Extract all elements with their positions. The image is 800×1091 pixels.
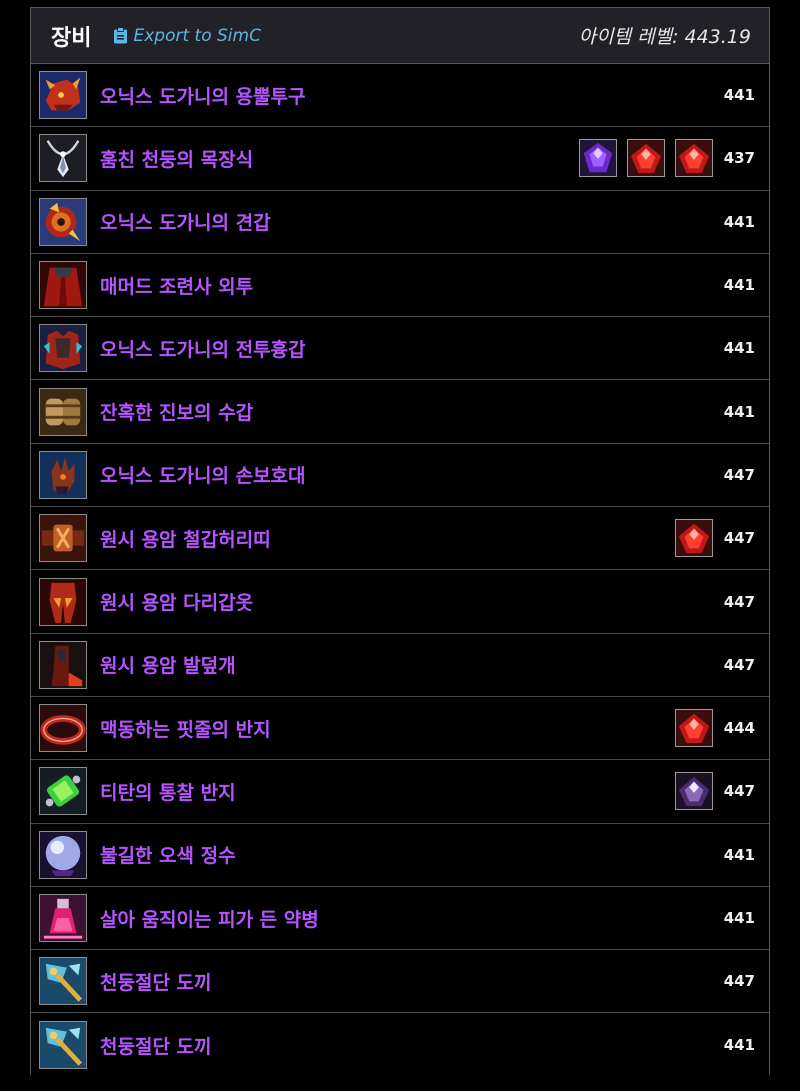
- item-level: 447: [723, 529, 755, 548]
- equipment-panel: 장비 Export to SimC 아이템 레벨: 443.19 오닉스 도가니…: [30, 7, 770, 1077]
- light-purple-gem-icon[interactable]: [675, 772, 713, 811]
- item-row[interactable]: 오닉스 도가니의 용뿔투구 441: [31, 64, 769, 128]
- item-level: 441: [723, 1036, 755, 1055]
- export-label: Export to SimC: [133, 25, 261, 46]
- item-row[interactable]: 훔친 천둥의 목장식 437: [31, 127, 769, 191]
- item-level: 441: [723, 276, 755, 295]
- axe-icon[interactable]: [39, 957, 87, 1006]
- equipment-header: 장비 Export to SimC 아이템 레벨: 443.19: [31, 8, 769, 64]
- item-level: 441: [723, 339, 755, 358]
- item-name[interactable]: 원시 용암 발덮개: [100, 651, 713, 678]
- item-name[interactable]: 오닉스 도가니의 견갑: [100, 208, 713, 235]
- item-level: 444: [723, 719, 755, 738]
- item-level: 447: [723, 592, 755, 611]
- item-level: 447: [723, 465, 755, 484]
- item-row[interactable]: 티탄의 통찰 반지 447: [31, 760, 769, 824]
- red-gem-icon[interactable]: [675, 139, 713, 178]
- item-level: 441: [723, 909, 755, 927]
- item-name[interactable]: 불길한 오색 정수: [100, 841, 713, 868]
- item-level: 441: [723, 845, 755, 864]
- ring-green-icon[interactable]: [39, 767, 87, 816]
- gloves-icon[interactable]: [39, 450, 87, 499]
- item-name[interactable]: 원시 용암 다리갑옷: [100, 588, 713, 615]
- helm-icon[interactable]: [39, 71, 87, 120]
- necklace-icon[interactable]: [39, 134, 87, 183]
- item-name[interactable]: 천둥절단 도끼: [100, 1032, 713, 1059]
- item-row[interactable]: 오닉스 도가니의 견갑 441: [31, 190, 769, 254]
- chest-icon[interactable]: [39, 324, 87, 373]
- boots-icon[interactable]: [39, 640, 87, 689]
- item-name[interactable]: 맥동하는 핏줄의 반지: [100, 715, 675, 742]
- legs-icon[interactable]: [39, 577, 87, 626]
- item-name[interactable]: 오닉스 도가니의 용뿔투구: [100, 82, 713, 109]
- panel-title: 장비: [51, 25, 92, 51]
- item-row[interactable]: 맥동하는 핏줄의 반지 444: [31, 696, 769, 761]
- item-row[interactable]: 살아 움직이는 피가 든 약병 441: [31, 886, 769, 951]
- bracer-icon[interactable]: [39, 387, 87, 436]
- item-name[interactable]: 매머드 조련사 외투: [100, 272, 713, 299]
- orb-icon[interactable]: [39, 830, 87, 879]
- item-row[interactable]: 원시 용암 다리갑옷 447: [31, 570, 769, 634]
- item-row[interactable]: 원시 용암 철갑허리띠 447: [31, 507, 769, 571]
- export-simc-link[interactable]: Export to SimC: [113, 25, 261, 46]
- item-row[interactable]: 잔혹한 진보의 수갑 441: [31, 380, 769, 444]
- item-name[interactable]: 티탄의 통찰 반지: [100, 778, 675, 805]
- item-level: 447: [723, 972, 755, 991]
- item-row[interactable]: 오닉스 도가니의 전투흉갑 441: [31, 317, 769, 381]
- gem-sockets: [675, 519, 713, 558]
- vial-icon[interactable]: [39, 894, 87, 942]
- item-level-summary: 아이템 레벨: 443.19: [578, 26, 751, 48]
- item-name[interactable]: 오닉스 도가니의 전투흉갑: [100, 335, 713, 362]
- item-row[interactable]: 불길한 오색 정수 441: [31, 823, 769, 887]
- item-level: 441: [723, 212, 755, 231]
- ring-icon[interactable]: [39, 704, 87, 753]
- red-gem-icon[interactable]: [627, 139, 665, 178]
- item-level: 441: [723, 86, 755, 105]
- item-row[interactable]: 천둥절단 도끼 441: [31, 1013, 769, 1077]
- item-name[interactable]: 잔혹한 진보의 수갑: [100, 398, 713, 425]
- axe-icon[interactable]: [39, 1021, 87, 1070]
- item-name[interactable]: 훔친 천둥의 목장식: [100, 145, 579, 172]
- shoulder-icon[interactable]: [39, 197, 87, 246]
- item-list: 오닉스 도가니의 용뿔투구 441 훔친 천둥의 목장식 437 오닉스 도가니의 견갑…: [31, 64, 769, 1077]
- item-name[interactable]: 살아 움직이는 피가 든 약병: [100, 905, 713, 932]
- red-gem-icon[interactable]: [675, 519, 713, 558]
- gem-sockets: [675, 709, 713, 748]
- gem-sockets: [579, 139, 713, 178]
- item-row[interactable]: 원시 용암 발덮개 447: [31, 633, 769, 697]
- item-level: 441: [723, 402, 755, 421]
- item-level: 447: [723, 655, 755, 674]
- cloak-icon[interactable]: [39, 261, 87, 310]
- gem-sockets: [675, 772, 713, 811]
- item-row[interactable]: 천둥절단 도끼 447: [31, 950, 769, 1014]
- clipboard-icon: [114, 27, 128, 44]
- purple-gem-icon[interactable]: [579, 139, 617, 178]
- item-level: 437: [723, 149, 755, 168]
- item-name[interactable]: 천둥절단 도끼: [100, 968, 713, 995]
- item-name[interactable]: 오닉스 도가니의 손보호대: [100, 461, 713, 488]
- item-row[interactable]: 매머드 조련사 외투 441: [31, 253, 769, 318]
- belt-icon[interactable]: [39, 514, 87, 563]
- item-name[interactable]: 원시 용암 철갑허리띠: [100, 525, 675, 552]
- red-gem-icon[interactable]: [675, 709, 713, 748]
- item-row[interactable]: 오닉스 도가니의 손보호대 447: [31, 443, 769, 508]
- item-level: 447: [723, 782, 755, 801]
